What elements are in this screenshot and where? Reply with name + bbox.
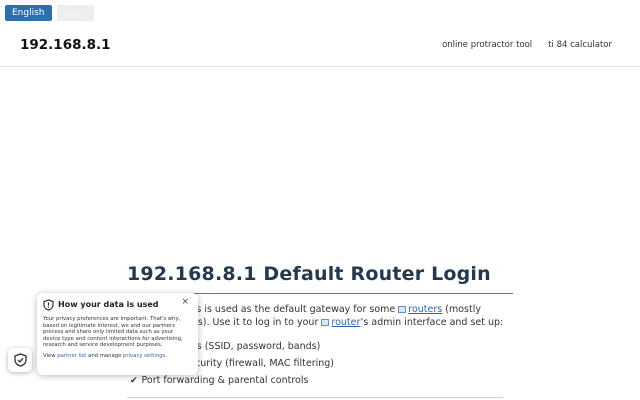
routers-link[interactable]: routers xyxy=(408,304,442,315)
arabic-language-button[interactable]: عربي xyxy=(56,5,94,21)
site-title[interactable]: 192.168.8.1 xyxy=(20,37,111,53)
language-bar: English عربي xyxy=(5,5,94,21)
feature-text: Port forwarding & parental controls xyxy=(141,375,309,386)
shield-icon xyxy=(43,298,54,311)
shield-check-icon xyxy=(13,353,27,367)
partner-list-link[interactable]: partner list xyxy=(57,353,86,359)
privacy-notice-popup: How your data is used × Your privacy pre… xyxy=(37,293,198,375)
site-header: 192.168.8.1 online protractor tool ti 84… xyxy=(0,28,640,67)
link-icon xyxy=(398,306,407,313)
english-language-button[interactable]: English xyxy=(5,5,52,21)
header-nav: online protractor tool ti 84 calculator xyxy=(442,40,612,50)
link-icon xyxy=(321,319,330,326)
check-icon: ✔ xyxy=(130,376,138,386)
intro-text-3: ’s admin interface and set up: xyxy=(360,317,504,328)
router-link[interactable]: router xyxy=(331,317,360,328)
page-title: 192.168.8.1 Default Router Login xyxy=(127,263,491,285)
nav-link-ti84[interactable]: ti 84 calculator xyxy=(548,40,612,50)
privacy-settings-button[interactable] xyxy=(8,348,32,372)
privacy-footer: View partner list and manage privacy set… xyxy=(43,353,192,360)
privacy-title: How your data is used xyxy=(58,300,159,309)
close-icon[interactable]: × xyxy=(181,297,189,307)
privacy-settings-link[interactable]: privacy settings xyxy=(123,353,165,359)
content-divider xyxy=(127,397,503,398)
privacy-header: How your data is used xyxy=(43,298,192,311)
nav-link-protractor[interactable]: online protractor tool xyxy=(442,40,532,50)
footer-text: . xyxy=(165,352,167,359)
footer-text: and manage xyxy=(88,352,122,359)
privacy-body-text: Your privacy preferences are important. … xyxy=(43,316,183,348)
footer-text: View xyxy=(43,352,56,359)
